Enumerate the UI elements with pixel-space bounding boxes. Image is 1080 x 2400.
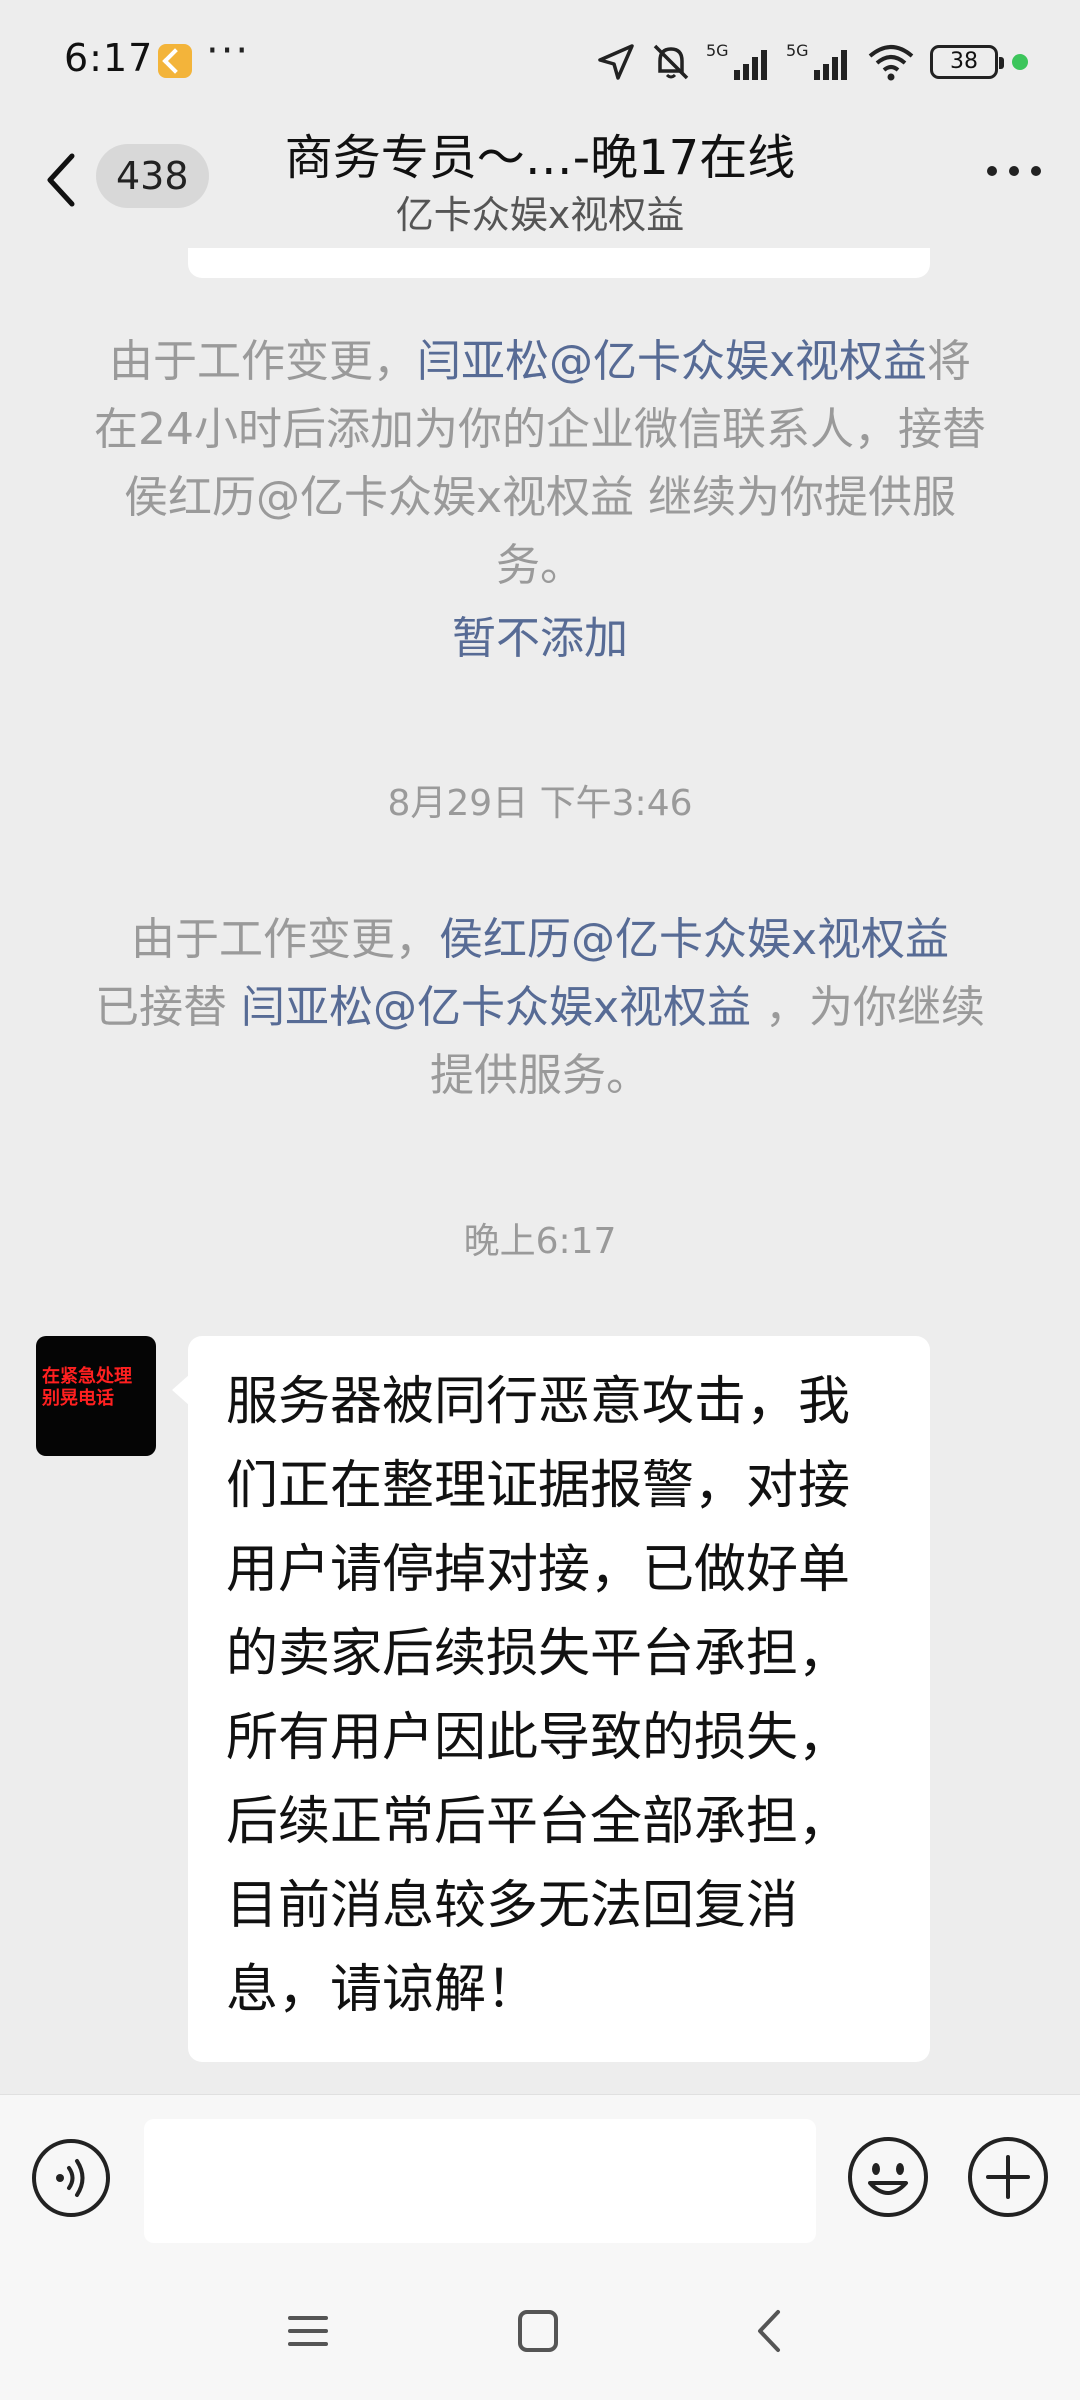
mute-icon: [653, 44, 689, 80]
home-square-icon: [518, 2310, 558, 2352]
status-time: 6:17: [64, 36, 154, 80]
chat-subtitle: 亿卡众娱x视权益: [395, 193, 685, 237]
nav-recents-button[interactable]: [278, 2306, 338, 2356]
emoji-icon: [848, 2137, 928, 2217]
timestamp: 晚上6:17: [463, 1221, 617, 1262]
menu-icon: [288, 2316, 328, 2346]
nav-back-button[interactable]: [740, 2306, 800, 2356]
back-chevron-icon: [758, 2310, 780, 2352]
status-overflow: ···: [206, 28, 251, 74]
signal-5g-icon-2: 5G: [786, 41, 847, 80]
svg-text:5G: 5G: [786, 41, 809, 60]
chat-title: 商务专员～…-晚17在线: [284, 130, 796, 186]
back-arrow-icon: [47, 153, 75, 207]
voice-input-button[interactable]: [30, 2137, 112, 2219]
notice-prefix: 由于工作变更，: [130, 914, 439, 965]
timestamp: 8月29日 下午3:46: [387, 783, 693, 824]
chat-header: 438 商务专员～…-晚17在线 亿卡众娱x视权益: [0, 112, 1080, 248]
previous-message-bubble: [188, 248, 930, 278]
svg-text:5G: 5G: [706, 41, 729, 60]
more-button[interactable]: [984, 152, 1044, 202]
input-bar: [0, 2094, 1080, 2262]
message-bubble[interactable]: 服务器被同行恶意攻击，我们正在整理证据报警，对接用户请停掉对接，已做好单的卖家后…: [172, 1336, 930, 2062]
chat-message-list[interactable]: 由于工作变更，闫亚松@亿卡众娱x视权益将在24小时后添加为你的企业微信联系人，接…: [0, 248, 1080, 2094]
status-indicators: 5G 5G 38: [596, 40, 1028, 84]
contact-link-old[interactable]: 侯红历@亿卡众娱x视权益: [439, 914, 949, 965]
notification-icon: [158, 44, 192, 78]
unread-count-badge[interactable]: 438: [96, 144, 209, 208]
privacy-dot: [1012, 54, 1028, 70]
back-button[interactable]: [40, 150, 84, 210]
nav-home-button[interactable]: [508, 2306, 568, 2356]
contact-link-new[interactable]: 闫亚松@亿卡众娱x视权益: [241, 982, 751, 1033]
system-nav-bar: [0, 2262, 1080, 2400]
system-notice-replaced: 由于工作变更，侯红历@亿卡众娱x视权益 已接替 闫亚松@亿卡众娱x视权益 ，为你继…: [90, 906, 990, 1110]
message-input[interactable]: [144, 2119, 816, 2243]
voice-icon: [32, 2139, 110, 2217]
notice-middle: 已接替: [94, 982, 241, 1033]
notice-prefix: 由于工作变更，: [108, 336, 417, 387]
status-bar: 6:17 ··· 5G 5G 38: [0, 0, 1080, 126]
signal-5g-icon: 5G: [706, 41, 767, 80]
more-icon: [987, 166, 1041, 176]
decline-add-link[interactable]: 暂不添加: [0, 602, 1080, 666]
battery-indicator: 38: [930, 45, 1004, 79]
plus-icon: [968, 2137, 1048, 2217]
contact-link-new[interactable]: 闫亚松@亿卡众娱x视权益: [417, 336, 927, 387]
system-notice-transfer: 由于工作变更，闫亚松@亿卡众娱x视权益将在24小时后添加为你的企业微信联系人，接…: [90, 328, 990, 600]
more-functions-button[interactable]: [966, 2135, 1050, 2219]
location-icon: [598, 44, 634, 80]
sender-avatar[interactable]: 在紧急处理 别晃电话: [36, 1336, 156, 1456]
wifi-icon: [868, 45, 914, 81]
emoji-button[interactable]: [846, 2135, 930, 2219]
